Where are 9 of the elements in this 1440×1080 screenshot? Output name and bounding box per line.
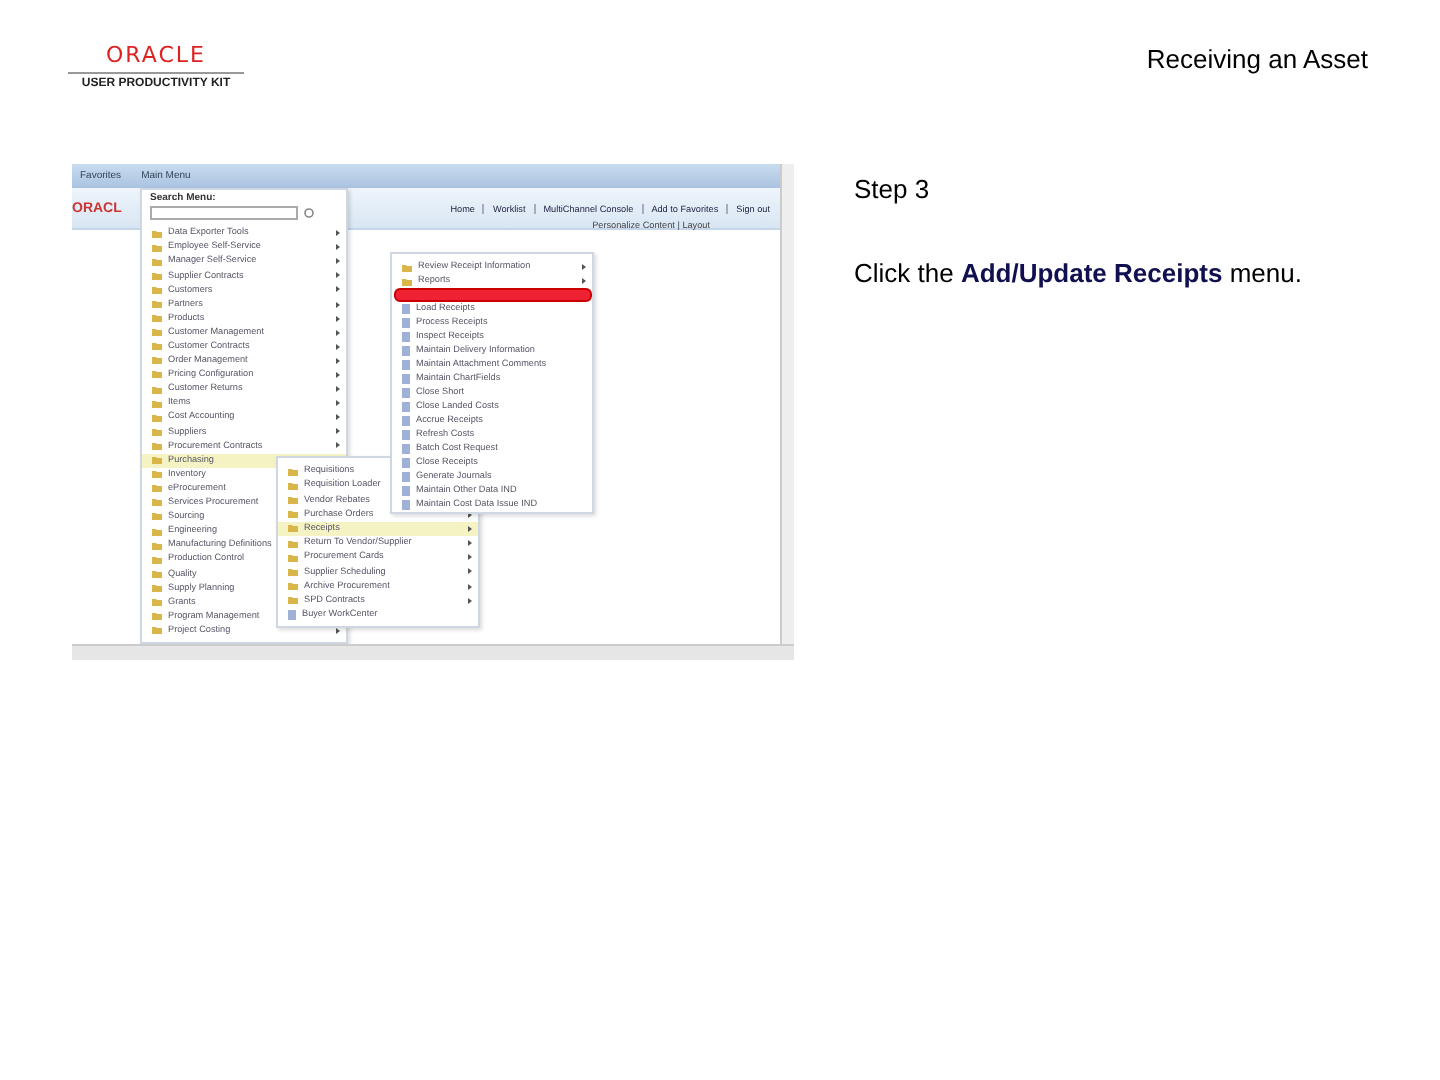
- search-icon[interactable]: [304, 208, 314, 218]
- vertical-scrollbar[interactable]: [780, 164, 794, 646]
- search-field[interactable]: [150, 206, 298, 220]
- logo: ORACLE: [68, 44, 244, 74]
- page-icon: [288, 609, 296, 620]
- step-label: Step 3: [854, 174, 932, 204]
- page-title: Receiving an Asset: [1146, 44, 1368, 78]
- horizontal-scrollbar[interactable]: [72, 644, 794, 660]
- instruction-text: Click the Add/Update Receipts menu.: [854, 258, 1302, 288]
